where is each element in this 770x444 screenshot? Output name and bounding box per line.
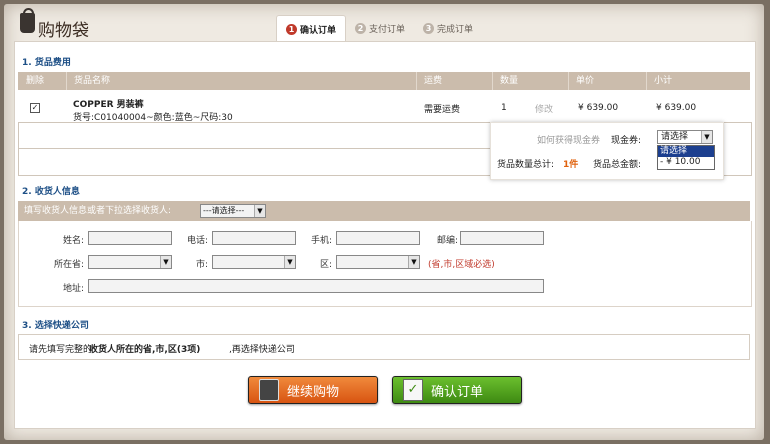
step-3-label: 完成订单: [437, 24, 474, 35]
mobile-label: 手机:: [310, 236, 332, 246]
district-label: 区:: [319, 260, 332, 270]
bag-icon: [259, 379, 279, 401]
city-label: 市:: [195, 260, 208, 270]
zip-input[interactable]: [460, 231, 544, 245]
continue-shopping-button[interactable]: 继续购物: [248, 376, 378, 404]
courier-note-suffix: ,再选择快递公司: [229, 345, 295, 355]
step-1-badge: 1: [286, 24, 297, 35]
coupon-dropdown: 请选择 - ¥ 10.00: [657, 145, 715, 170]
courier-note-prefix: 请先填写完整的: [29, 345, 93, 355]
shopping-bag-icon: [20, 8, 35, 33]
step-2-label: 支付订单: [369, 24, 406, 35]
col-price: 单价: [576, 76, 595, 86]
coupon-label: 现金券:: [611, 136, 642, 146]
total-label: 货品总金额:: [593, 160, 642, 170]
checkout-steps: 1 确认订单 2 支付订单 3 完成订单: [276, 15, 482, 43]
col-delete: 删除: [26, 76, 45, 86]
confirm-order-button[interactable]: ✓ 确认订单: [392, 376, 522, 404]
item-price: ¥ 639.00: [578, 103, 619, 113]
confirm-order-label: 确认订单: [431, 384, 484, 400]
mobile-input[interactable]: [336, 231, 420, 245]
receiver-bar: 填写收货人信息或者下拉选择收货人: ---请选择--- ▼: [18, 201, 750, 221]
step-complete-order: 3 完成订单: [414, 15, 482, 41]
zip-label: 邮编:: [436, 236, 458, 246]
receiver-hint: 填写收货人信息或者下拉选择收货人:: [24, 206, 172, 216]
name-label: 姓名:: [62, 236, 84, 246]
goods-table-header: 删除 货品名称 运费 数量 单价 小计: [18, 72, 750, 90]
item-name: COPPER 男装裤: [73, 100, 144, 110]
receiver-select-value: ---请选择---: [203, 206, 245, 215]
chevron-down-icon: ▼: [254, 205, 265, 217]
region-required-note: (省,市,区域必选): [428, 260, 495, 270]
step-confirm-order: 1 确认订单: [276, 15, 347, 43]
item-shipping: 需要运费: [424, 105, 461, 115]
address-label: 地址:: [62, 284, 84, 294]
count-label: 货品数量总计:: [497, 160, 555, 170]
item-subtotal: ¥ 639.00: [656, 103, 697, 113]
count-value: 1件: [563, 160, 579, 170]
coupon-option-default[interactable]: 请选择: [658, 146, 714, 157]
step-pay-order: 2 支付订单: [346, 15, 414, 41]
checklist-icon: ✓: [403, 379, 423, 401]
col-name: 货品名称: [74, 76, 111, 86]
col-qty: 数量: [500, 76, 519, 86]
section-goods-title: 1. 货品费用: [22, 58, 71, 68]
item-qty: 1: [501, 103, 507, 113]
courier-note-bold: 收货人所在的省,市,区(3项): [89, 345, 201, 355]
phone-label: 电话:: [186, 236, 208, 246]
coupon-select-value: 请选择: [661, 132, 689, 142]
coupon-help-link[interactable]: 如何获得现金券: [537, 133, 600, 146]
chevron-down-icon: ▼: [408, 256, 419, 268]
col-shipping: 运费: [424, 76, 443, 86]
coupon-panel: 如何获得现金券 现金券: 请选择 ▼ 请选择 - ¥ 10.00 货品数量总计:…: [490, 122, 724, 180]
section-courier-title: 3. 选择快递公司: [22, 321, 89, 331]
chevron-down-icon: ▼: [701, 131, 712, 143]
province-label: 所在省:: [53, 260, 84, 270]
page-title: 购物袋: [38, 21, 89, 41]
address-input[interactable]: [88, 279, 544, 293]
edit-qty-link[interactable]: 修改: [535, 102, 553, 115]
coupon-option-10[interactable]: - ¥ 10.00: [658, 157, 714, 168]
step-2-badge: 2: [355, 22, 367, 34]
coupon-select[interactable]: 请选择 ▼: [657, 130, 713, 144]
district-select[interactable]: ▼: [336, 255, 420, 269]
delete-checkbox[interactable]: ✓: [30, 103, 40, 113]
step-1-label: 确认订单: [300, 26, 337, 36]
step-3-badge: 3: [423, 22, 435, 34]
courier-box: 请先填写完整的 收货人所在的省,市,区(3项) ,再选择快递公司: [18, 334, 750, 360]
section-receiver-title: 2. 收货人信息: [22, 187, 80, 197]
col-subtotal: 小计: [654, 76, 673, 86]
receiver-select[interactable]: ---请选择--- ▼: [200, 204, 266, 218]
continue-shopping-label: 继续购物: [287, 384, 340, 400]
